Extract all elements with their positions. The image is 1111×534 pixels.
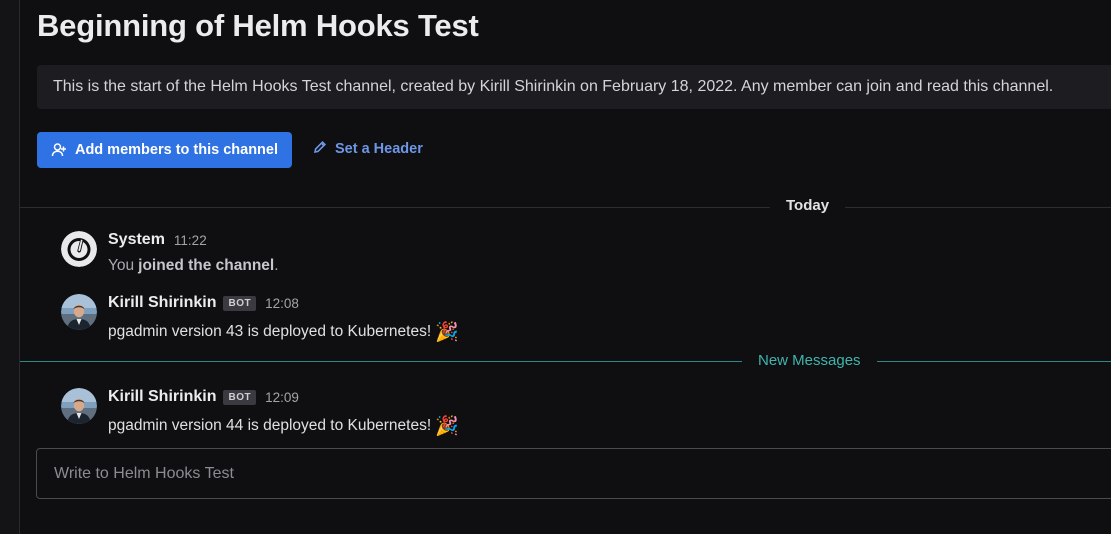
- pencil-icon: [313, 140, 327, 158]
- post-message-bold: joined the channel: [138, 257, 275, 274]
- user-avatar[interactable]: [61, 388, 97, 424]
- post-author[interactable]: Kirill Shirinkin: [108, 294, 216, 312]
- bot-badge: BOT: [223, 389, 257, 405]
- bot-badge: BOT: [223, 295, 257, 311]
- set-header-button[interactable]: Set a Header: [313, 140, 423, 158]
- date-separator-label: Today: [770, 197, 846, 214]
- party-popper-emoji: 🎉: [435, 416, 459, 437]
- post-header: System 11:22: [108, 231, 207, 249]
- date-separator-line: [20, 207, 1111, 208]
- add-user-icon: [51, 142, 67, 158]
- mattermost-logo-icon: [61, 231, 97, 267]
- post-message-text: pgadmin version 43 is deployed to Kubern…: [108, 323, 432, 340]
- post-kirill-1: Kirill Shirinkin BOT 12:08 pgadmin versi…: [20, 294, 1111, 344]
- post-system: System 11:22 You joined the channel.: [20, 231, 1111, 281]
- add-members-button[interactable]: Add members to this channel: [37, 132, 292, 168]
- channel-intro-title: Beginning of Helm Hooks Test: [37, 8, 479, 43]
- post-message: You joined the channel.: [108, 257, 279, 275]
- post-message-suffix: .: [274, 257, 279, 274]
- user-photo-avatar: [61, 388, 97, 424]
- post-message: pgadmin version 43 is deployed to Kubern…: [108, 320, 459, 344]
- post-time[interactable]: 11:22: [174, 233, 207, 248]
- user-avatar[interactable]: [61, 294, 97, 330]
- date-separator: Today: [20, 196, 1111, 218]
- channel-intro-description-text: This is the start of the Helm Hooks Test…: [53, 78, 1054, 95]
- post-message-text: pgadmin version 44 is deployed to Kubern…: [108, 417, 432, 434]
- add-members-button-label: Add members to this channel: [74, 142, 279, 158]
- post-author[interactable]: Kirill Shirinkin: [108, 388, 216, 406]
- post-message-prefix: You: [108, 257, 135, 274]
- post-message: pgadmin version 44 is deployed to Kubern…: [108, 414, 459, 438]
- post-time[interactable]: 12:09: [265, 390, 299, 405]
- new-messages-label: New Messages: [742, 352, 877, 369]
- post-author[interactable]: System: [108, 231, 165, 249]
- channel-intro-description: This is the start of the Helm Hooks Test…: [37, 65, 1111, 109]
- user-photo-avatar: [61, 294, 97, 330]
- post-time[interactable]: 12:08: [265, 296, 299, 311]
- message-composer-input[interactable]: [36, 448, 1111, 499]
- system-avatar[interactable]: [61, 231, 97, 267]
- set-header-label: Set a Header: [335, 141, 423, 157]
- post-header: Kirill Shirinkin BOT 12:08: [108, 294, 299, 312]
- new-messages-line: [20, 361, 1111, 362]
- party-popper-emoji: 🎉: [435, 322, 459, 343]
- left-sidebar-edge: [0, 0, 20, 534]
- post-header: Kirill Shirinkin BOT 12:09: [108, 388, 299, 406]
- post-kirill-2: Kirill Shirinkin BOT 12:09 pgadmin versi…: [20, 388, 1111, 438]
- channel-view: Beginning of Helm Hooks Test This is the…: [20, 0, 1111, 534]
- new-messages-separator: New Messages: [20, 350, 1111, 372]
